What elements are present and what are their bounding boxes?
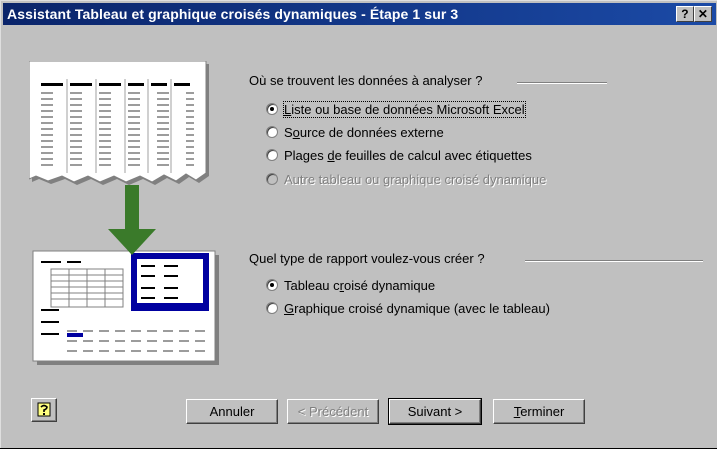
option-multiple-ranges[interactable]: Plages de feuilles de calcul avec étique… xyxy=(266,146,532,164)
option-external-source-label: Source de données externe xyxy=(284,124,444,140)
cancel-button[interactable]: Annuler xyxy=(186,399,278,424)
option-pivot-chart-label: Graphique croisé dynamique (avec le tabl… xyxy=(284,300,550,316)
radio-pivot-table[interactable] xyxy=(266,279,278,291)
pivot-field-list xyxy=(131,253,209,311)
radio-excel-list[interactable] xyxy=(266,103,278,115)
report-group-label: Quel type de rapport voulez-vous créer ? xyxy=(249,251,485,266)
office-assistant-icon xyxy=(37,402,51,417)
option-pivot-chart[interactable]: Graphique croisé dynamique (avec le tabl… xyxy=(266,299,550,317)
finish-button[interactable]: Terminer xyxy=(493,399,585,424)
title-bar[interactable]: Assistant Tableau et graphique croisés d… xyxy=(3,3,716,25)
data-list-illustration xyxy=(29,61,209,185)
option-pivot-table-label: Tableau croisé dynamique xyxy=(284,277,436,293)
help-title-button[interactable]: ? xyxy=(676,6,694,22)
dialog-content: Où se trouvent les données à analyser ? … xyxy=(1,27,717,449)
wizard-illustration xyxy=(29,61,219,365)
radio-external-source[interactable] xyxy=(266,126,278,138)
radio-other-pivot xyxy=(266,173,278,185)
next-button[interactable]: Suivant > xyxy=(388,398,482,425)
option-excel-list[interactable]: Liste ou base de données Microsoft Excel xyxy=(266,100,526,118)
option-excel-list-label: Liste ou base de données Microsoft Excel xyxy=(283,100,526,118)
option-other-pivot: Autre tableau ou graphique croisé dynami… xyxy=(266,170,546,188)
previous-button[interactable]: < Précédent xyxy=(287,399,379,424)
option-external-source[interactable]: Source de données externe xyxy=(266,123,444,141)
window-title: Assistant Tableau et graphique croisés d… xyxy=(7,6,459,22)
close-button[interactable]: ✕ xyxy=(694,6,712,22)
pivot-table-illustration xyxy=(32,250,219,365)
radio-pivot-chart[interactable] xyxy=(266,302,278,314)
option-other-pivot-label: Autre tableau ou graphique croisé dynami… xyxy=(284,171,547,187)
office-assistant-button[interactable] xyxy=(31,398,57,422)
report-group-divider xyxy=(525,260,703,262)
down-arrow-icon xyxy=(108,185,156,255)
radio-multiple-ranges[interactable] xyxy=(266,149,278,161)
source-group-divider xyxy=(517,82,607,84)
option-pivot-table[interactable]: Tableau croisé dynamique xyxy=(266,276,435,294)
source-group-label: Où se trouvent les données à analyser ? xyxy=(249,73,483,88)
option-multiple-ranges-label: Plages de feuilles de calcul avec étique… xyxy=(284,147,532,163)
pivot-wizard-dialog: Assistant Tableau et graphique croisés d… xyxy=(0,0,717,448)
